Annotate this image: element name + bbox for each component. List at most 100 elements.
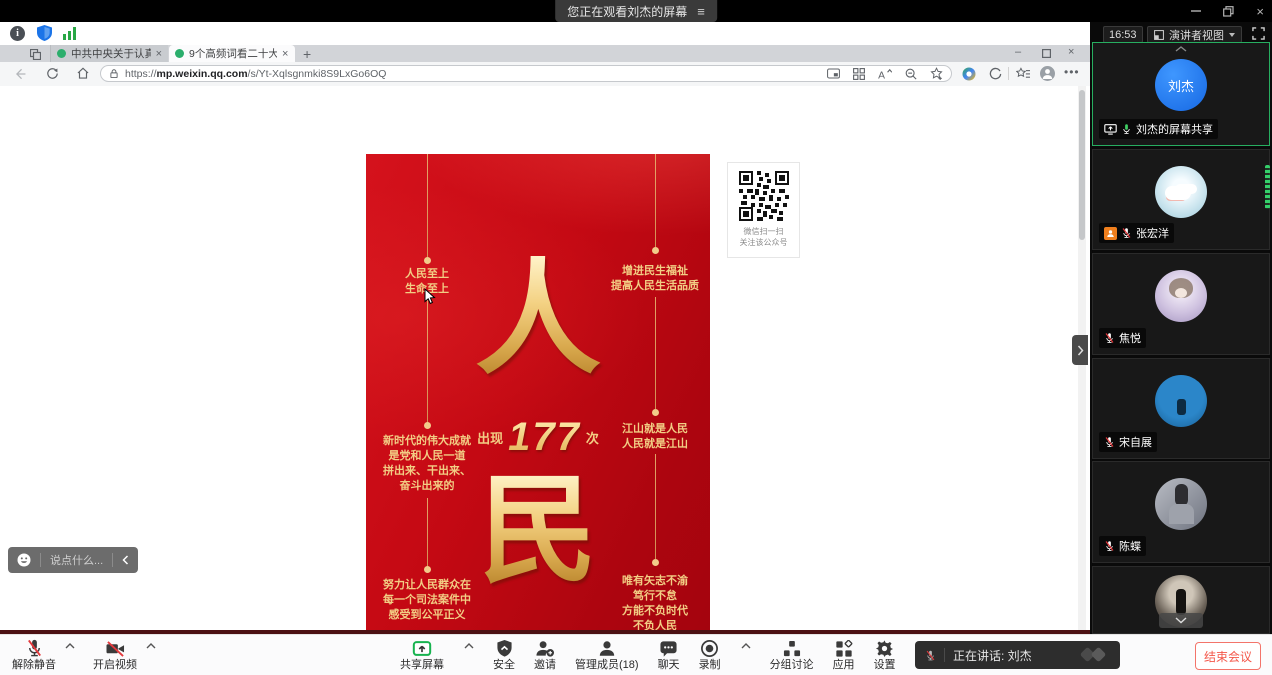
manage-members-button[interactable]: 管理成员(18) [575,638,639,671]
browser-tab-2-active[interactable]: 9个高频词看二十大报告 × [169,45,295,62]
mic-options-chevron-icon[interactable] [65,643,75,649]
chevron-up-icon[interactable] [1175,46,1187,52]
meeting-logo-icon [1076,646,1110,664]
chat-placeholder[interactable]: 说点什么... [50,552,103,568]
info-icon[interactable]: i [10,26,25,41]
participant-tile-chendie[interactable]: 陈蝶 [1092,461,1270,563]
new-tab-icon[interactable]: + [303,46,311,62]
speaking-status-pill: 正在讲话: 刘杰 [915,641,1120,669]
circular-arrow-icon[interactable] [989,67,1002,80]
tab-close-icon[interactable]: × [156,48,162,60]
decor-dot [652,559,659,566]
defender-shield-icon[interactable] [37,25,52,41]
avatar [1155,166,1207,218]
security-label: 安全 [493,659,515,671]
lock-icon [109,68,119,79]
profile-avatar[interactable] [1040,66,1055,81]
record-label: 录制 [699,659,721,671]
favorite-add-icon[interactable] [930,67,943,80]
participant-label: 焦悦 [1099,328,1146,348]
divider [1008,67,1009,80]
reader-view-icon[interactable] [827,68,840,79]
qr-caption: 微信扫一扫 关注该公众号 [728,226,799,248]
chevron-down-icon [1229,33,1235,37]
video-options-chevron-icon[interactable] [146,643,156,649]
grid-icon[interactable] [853,68,865,80]
unmute-button[interactable]: 解除静音 [12,638,56,671]
avatar-art [1176,589,1186,615]
browser-restore-icon[interactable] [1042,49,1051,58]
participant-tile-liujie[interactable]: 刘杰 刘杰的屏幕共享 [1092,42,1270,146]
back-icon[interactable] [13,67,27,81]
participant-name: 陈蝶 [1119,538,1141,554]
members-icon [598,639,616,658]
banner-menu-icon[interactable]: ≡ [697,4,705,19]
start-video-button[interactable]: 开启视频 [93,638,137,671]
quick-chat-bubble[interactable]: 说点什么... [8,547,138,573]
end-meeting-button[interactable]: 结束会议 [1195,642,1261,670]
wechat-favicon [175,49,184,58]
more-menu-icon[interactable]: ••• [1064,65,1080,79]
mic-muted-icon [1104,540,1115,552]
invite-button[interactable]: 邀请 [534,638,556,671]
apps-button[interactable]: 应用 [833,638,855,671]
share-screen-button[interactable]: 共享屏幕 [400,638,444,671]
zoom-out-icon[interactable] [905,68,917,80]
view-mode-selector[interactable]: 演讲者视图 [1147,26,1242,43]
participant-name: 张宏洋 [1136,225,1169,241]
speaker-view-icon [1154,30,1164,40]
start-video-label: 开启视频 [93,659,137,671]
sidebar-collapse-handle[interactable] [1072,335,1088,365]
browser-tab-1[interactable]: 中共中央关于认真学习宣传贯彻 × [50,45,168,62]
decor-line [655,154,656,247]
browser-minimize-icon[interactable]: – [1015,46,1021,58]
record-button[interactable]: 录制 [699,638,721,671]
invite-person-icon [535,639,555,658]
collapse-chat-icon[interactable] [122,555,129,565]
avatar-initials: 刘杰 [1155,59,1207,111]
share-options-chevron-icon[interactable] [464,643,474,649]
emoji-icon[interactable] [17,553,31,567]
refresh-icon[interactable] [46,67,59,80]
meeting-time: 16:53 [1103,26,1143,43]
minimize-icon[interactable] [1191,6,1201,16]
record-options-chevron-icon[interactable] [741,643,751,649]
participant-name: 焦悦 [1119,330,1141,346]
favorites-bar-icon[interactable] [1016,67,1030,80]
page-content: 人民至上 生命至上 新时代的伟大成就 是党和人民一道 拼出来、干出来、 奋斗出来… [0,86,1090,630]
tab-title: 中共中央关于认真学习宣传贯彻 [71,46,151,61]
participant-label: 张宏洋 [1099,223,1174,243]
extension-globe-icon[interactable] [962,67,976,81]
security-button[interactable]: 安全 [493,638,515,671]
address-bar[interactable]: https://mp.weixin.qq.com/s/Yt-Xqlsgnmki8… [100,65,952,82]
qr-code [739,171,789,221]
breakout-button[interactable]: 分组讨论 [770,638,814,671]
floating-icons-row: i [0,22,1090,45]
stats-bars-icon[interactable] [63,27,77,40]
apps-icon [835,640,853,658]
participant-name: 宋自展 [1119,434,1152,450]
participant-tile-partial[interactable] [1092,566,1270,634]
browser-close-icon[interactable]: × [1068,46,1074,58]
scrollbar-thumb[interactable] [1079,90,1085,240]
fullscreen-icon[interactable] [1252,27,1265,40]
decor-dot [424,566,431,573]
unmute-label: 解除静音 [12,659,56,671]
mic-muted-icon [925,649,936,662]
tab-switcher-icon[interactable] [30,49,41,60]
home-icon[interactable] [76,66,90,80]
participant-label: 刘杰的屏幕共享 [1099,119,1218,139]
close-icon[interactable]: × [1256,4,1264,19]
invite-label: 邀请 [534,659,556,671]
settings-button[interactable]: 设置 [874,638,896,671]
tab-close-icon[interactable]: × [282,48,288,60]
participant-tile-zhanghongyang[interactable]: 张宏洋 [1092,149,1270,250]
top-banner-bar: 您正在观看刘杰的屏幕 ≡ × [0,0,1272,22]
restore-icon[interactable] [1223,6,1234,17]
scroll-down-button[interactable] [1159,613,1203,628]
poster-glyph-ren: 人 [475,256,601,382]
text-size-icon[interactable]: A [878,68,892,80]
participant-tile-songzizhan[interactable]: 宋自展 [1092,358,1270,459]
chat-button[interactable]: 聊天 [658,638,680,671]
participant-tile-jiaoyue[interactable]: 焦悦 [1092,253,1270,355]
